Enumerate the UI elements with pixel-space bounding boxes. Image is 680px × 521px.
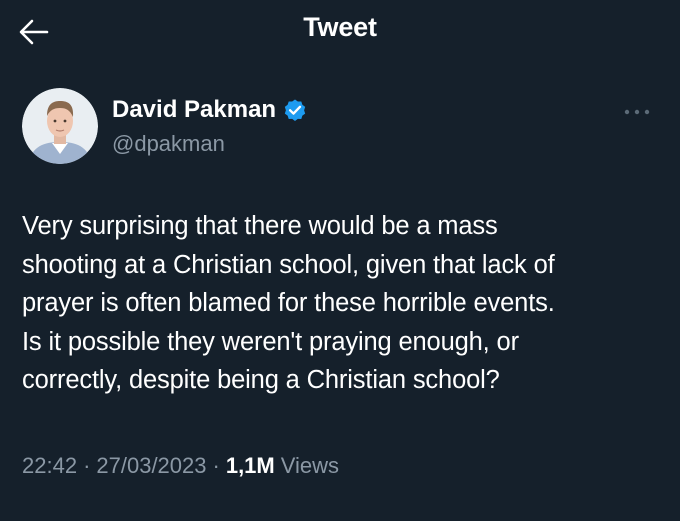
separator-dot: · — [212, 453, 220, 478]
separator-dot: · — [83, 453, 91, 478]
top-bar: Tweet — [0, 0, 680, 62]
views-count[interactable]: 1,1M — [226, 453, 275, 479]
author-name-line: David Pakman — [112, 96, 308, 124]
verified-badge-icon — [282, 97, 308, 123]
more-horizontal-icon — [624, 109, 650, 115]
views-label: Views — [280, 453, 340, 478]
avatar-image — [22, 88, 98, 164]
avatar[interactable] — [22, 88, 98, 164]
tweet-date[interactable]: 27/03/2023 — [96, 453, 206, 479]
page-title: Tweet — [303, 12, 377, 42]
author-name[interactable]: David Pakman — [112, 96, 276, 124]
tweet-author: David Pakman @dpakman — [22, 88, 662, 168]
more-options-button[interactable] — [622, 102, 652, 122]
author-handle[interactable]: @dpakman — [112, 131, 225, 157]
tweet-text: Very surprising that there would be a ma… — [22, 212, 555, 394]
tweet-metadata: 22:42 · 27/03/2023 · 1,1M Views — [22, 453, 339, 479]
tweet-time[interactable]: 22:42 — [22, 453, 77, 479]
